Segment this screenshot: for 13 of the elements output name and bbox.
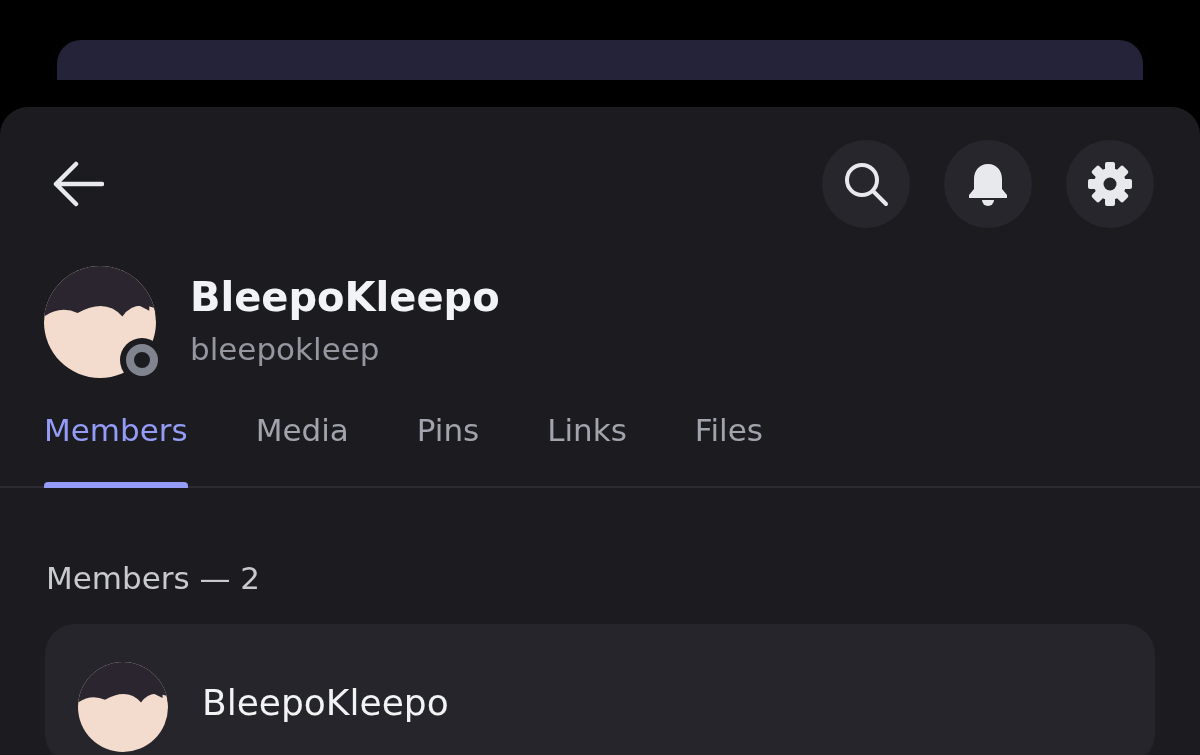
- bell-icon: [968, 162, 1008, 206]
- settings-icon: [1087, 161, 1133, 207]
- search-icon: [843, 161, 889, 207]
- tab[interactable]: Media: [255, 412, 349, 486]
- members-heading: Members — 2: [45, 559, 262, 596]
- tab[interactable]: Files: [694, 412, 763, 486]
- tab[interactable]: Links: [547, 412, 627, 486]
- tab[interactable]: Pins: [416, 412, 480, 486]
- back-icon[interactable]: [52, 161, 104, 207]
- tab[interactable]: Members: [44, 412, 188, 486]
- member-name[interactable]: BleepoKleepo: [202, 682, 449, 723]
- username: bleepokleep: [190, 330, 381, 369]
- display-name: BleepoKleepo: [190, 273, 500, 322]
